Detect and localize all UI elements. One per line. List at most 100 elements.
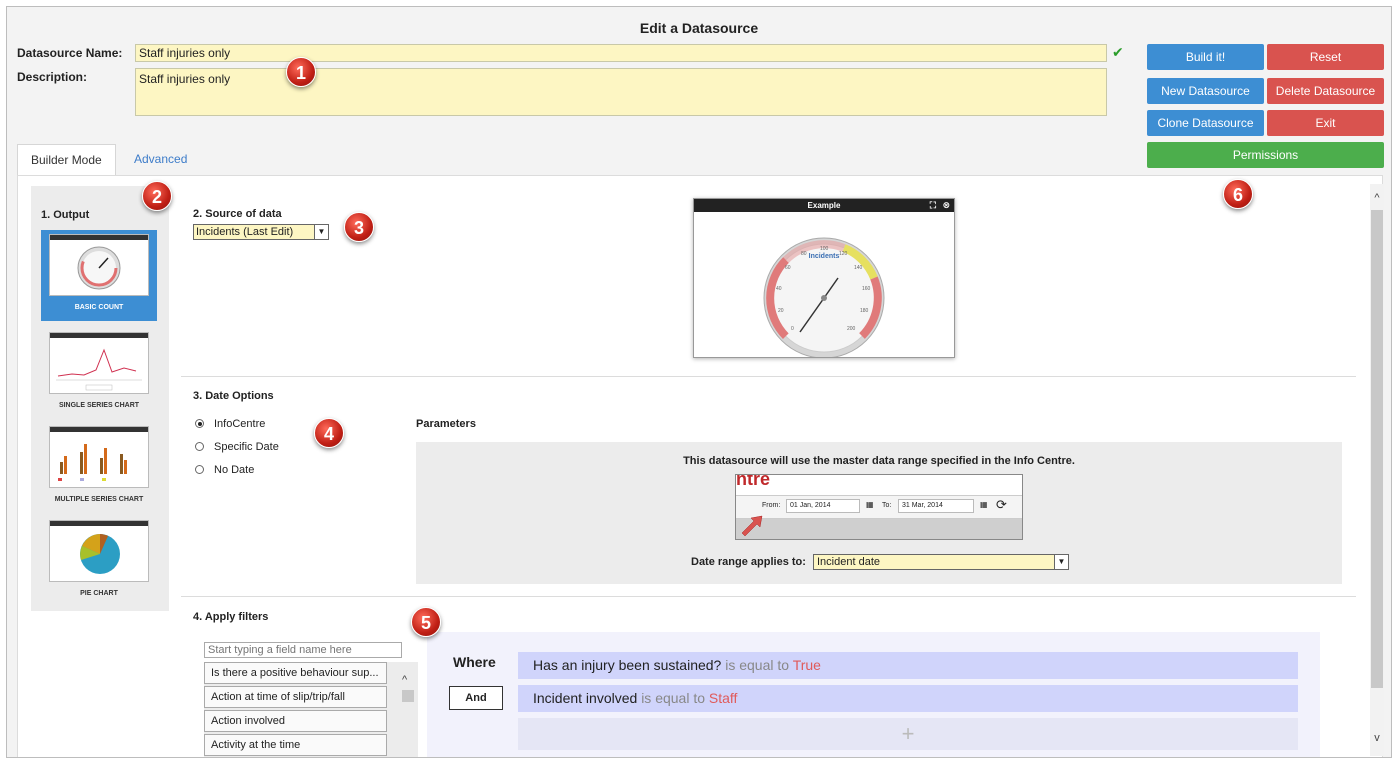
- condition-field: Has an injury been sustained?: [533, 657, 722, 673]
- chevron-up-icon: ^: [402, 674, 408, 686]
- field-list: Is there a positive behaviour sup... Act…: [204, 662, 418, 757]
- date-range-select[interactable]: Incident date ▼: [813, 554, 1069, 570]
- edit-datasource-window: Edit a Datasource Datasource Name: ✔ Des…: [6, 6, 1392, 758]
- to-date-field: 31 Mar, 2014: [898, 499, 974, 513]
- gauge-thumb-icon: [77, 246, 121, 290]
- description-label: Description:: [17, 70, 88, 84]
- info-centre-screenshot: ntre From: 01 Jan, 2014 ▦ To: 31 Mar, 20…: [735, 474, 1023, 540]
- gauge-tick-200: 200: [847, 326, 856, 332]
- pie-chart-caption: PIE CHART: [80, 590, 118, 597]
- reset-button[interactable]: Reset: [1267, 44, 1384, 70]
- where-label: Where: [453, 654, 496, 670]
- gauge-tick-60: 60: [785, 265, 791, 271]
- master-range-message: This datasource will use the master data…: [683, 455, 1075, 467]
- chevron-down-icon[interactable]: v: [1370, 732, 1384, 744]
- preview-title: Example: [807, 201, 841, 210]
- calendar-icon: ▦: [866, 500, 874, 509]
- from-date-field: 01 Jan, 2014: [786, 499, 860, 513]
- and-button[interactable]: And: [449, 686, 503, 710]
- valid-check-icon: ✔: [1112, 44, 1124, 60]
- scrollbar-thumb[interactable]: [1371, 210, 1383, 688]
- from-label: From:: [762, 502, 781, 509]
- mini-title: ntre: [736, 474, 771, 489]
- radio-unchecked-icon: [195, 442, 204, 451]
- chevron-down-icon: ▼: [314, 225, 328, 239]
- new-datasource-button[interactable]: New Datasource: [1147, 78, 1264, 104]
- add-condition-button[interactable]: +: [518, 718, 1298, 750]
- gauge-tick-40: 40: [776, 286, 782, 292]
- preview-card: Example ⛶ ⊗ Incidents 0 20 40 60 80 100 …: [693, 198, 955, 359]
- description-input[interactable]: Staff injuries only: [135, 68, 1107, 116]
- basic-count-thumbnail: [49, 234, 149, 296]
- arrow-pointer-icon: [741, 515, 763, 537]
- multiple-series-thumbnail: [49, 426, 149, 488]
- pie-chart-thumbnail: [49, 520, 149, 582]
- chevron-down-icon: ▼: [1054, 555, 1068, 569]
- output-option-pie-chart[interactable]: PIE CHART: [41, 520, 157, 597]
- clone-datasource-button[interactable]: Clone Datasource: [1147, 110, 1264, 136]
- annotation-badge: 1: [286, 57, 316, 87]
- parameters-box: This datasource will use the master data…: [416, 442, 1342, 584]
- condition-operator: is equal to: [725, 657, 790, 673]
- annotation-badge: 6: [1223, 179, 1253, 209]
- builder-panel: 1. Output BASIC COUNT SINGLE SERIES CHAR…: [17, 175, 1384, 757]
- field-list-scrollbar[interactable]: ^: [400, 674, 416, 757]
- output-option-multiple-series[interactable]: MULTIPLE SERIES CHART: [41, 426, 157, 503]
- divider: [181, 376, 1356, 377]
- tab-advanced-mode[interactable]: Advanced Mode: [121, 144, 200, 196]
- gauge-label: Incidents: [809, 253, 840, 260]
- single-series-caption: SINGLE SERIES CHART: [58, 402, 140, 409]
- datasource-name-input[interactable]: [135, 44, 1107, 62]
- gauge-preview: Incidents 0 20 40 60 80 100 120 140 160 …: [763, 237, 885, 359]
- parameters-heading: Parameters: [416, 418, 476, 430]
- calendar-icon: ▦: [980, 500, 988, 509]
- radio-checked-icon: [195, 419, 204, 428]
- annotation-badge: 3: [344, 212, 374, 242]
- panel-scrollbar[interactable]: ^ v: [1370, 184, 1384, 756]
- source-select[interactable]: Incidents (Last Edit) ▼: [193, 224, 329, 240]
- permissions-button[interactable]: Permissions: [1147, 142, 1384, 168]
- field-item[interactable]: Activity at the time: [204, 734, 387, 756]
- filter-condition[interactable]: Has an injury been sustained? is equal t…: [518, 652, 1298, 679]
- annotation-badge: 4: [314, 418, 344, 448]
- radio-unchecked-icon: [195, 465, 204, 474]
- filter-condition[interactable]: Incident involved is equal to Staff: [518, 685, 1298, 712]
- exit-button[interactable]: Exit: [1267, 110, 1384, 136]
- datasource-name-label: Datasource Name:: [17, 46, 123, 60]
- field-item[interactable]: Action involved: [204, 710, 387, 732]
- radio-no-date-label: No Date: [214, 464, 255, 476]
- divider: [181, 596, 1356, 597]
- gauge-tick-100: 100: [820, 246, 829, 252]
- chevron-up-icon[interactable]: ^: [1370, 192, 1384, 204]
- radio-specific-date-label: Specific Date: [214, 441, 279, 453]
- to-label: To:: [882, 502, 892, 509]
- gauge-tick-20: 20: [778, 308, 784, 314]
- basic-count-caption: BASIC COUNT: [74, 304, 124, 311]
- output-heading: 1. Output: [41, 209, 90, 221]
- field-item[interactable]: Is there a positive behaviour sup...: [204, 662, 387, 684]
- delete-datasource-button[interactable]: Delete Datasource: [1267, 78, 1384, 104]
- close-icon: ⊗: [942, 200, 950, 210]
- pie-chart-thumb-icon: [80, 534, 120, 574]
- preview-title-bar: Example ⛶ ⊗: [694, 199, 954, 212]
- tab-builder-mode[interactable]: Builder Mode: [17, 144, 116, 176]
- output-column: 1. Output BASIC COUNT SINGLE SERIES CHAR…: [31, 186, 169, 611]
- date-options-heading: 3. Date Options: [193, 390, 274, 402]
- gauge-tick-160: 160: [862, 286, 871, 292]
- source-selected-value: Incidents (Last Edit): [196, 226, 294, 238]
- gauge-tick-180: 180: [860, 308, 869, 314]
- radio-specific-date[interactable]: Specific Date: [195, 441, 279, 453]
- field-item[interactable]: Action at time of slip/trip/fall: [204, 686, 387, 708]
- output-option-basic-count[interactable]: BASIC COUNT: [41, 230, 157, 321]
- condition-value: Staff: [708, 690, 738, 706]
- field-search-input[interactable]: [204, 642, 402, 658]
- radio-no-date[interactable]: No Date: [195, 464, 254, 476]
- annotation-badge: 2: [142, 181, 172, 211]
- build-button[interactable]: Build it!: [1147, 44, 1264, 70]
- bar-chart-thumb-icon: [58, 444, 127, 481]
- output-option-single-series[interactable]: SINGLE SERIES CHART: [41, 332, 157, 409]
- radio-infocentre[interactable]: InfoCentre: [195, 418, 265, 430]
- multiple-series-caption: MULTIPLE SERIES CHART: [54, 496, 144, 503]
- condition-field: Incident involved: [533, 690, 638, 706]
- page-title: Edit a Datasource: [639, 20, 759, 36]
